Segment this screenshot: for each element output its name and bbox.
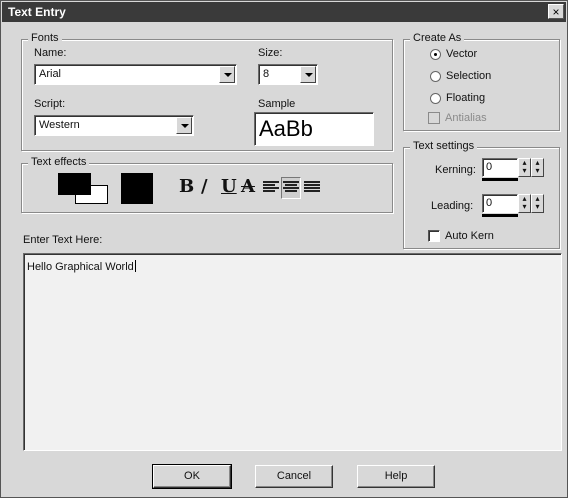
spin-up-icon[interactable]: ▴ ▾ [518,194,531,213]
kerning-label: Kerning: [435,164,476,176]
underline-icon[interactable]: U [221,177,237,197]
window-title: Text Entry [8,5,66,19]
radio-vector[interactable]: Vector [430,48,477,60]
text-effects-legend: Text effects [28,156,90,168]
align-justify-icon[interactable] [304,181,320,195]
font-sample-preview: AaBb [254,112,374,146]
text-caret [134,260,136,272]
radio-floating[interactable]: Floating [430,92,485,104]
auto-kern-checkbox[interactable]: Auto Kern [428,230,494,242]
font-size-label: Size: [258,47,283,59]
leading-label: Leading: [431,200,474,212]
title-bar: Text Entry × [2,2,566,22]
create-as-legend: Create As [410,32,465,44]
strikethrough-icon[interactable]: A [241,177,255,197]
background-color-swatch[interactable] [121,173,153,204]
chevron-down-icon[interactable] [300,66,316,83]
radio-unselected-icon[interactable] [430,92,441,104]
font-size-value: 8 [263,68,270,80]
italic-icon[interactable]: / [201,177,208,197]
font-name-label: Name: [34,47,67,59]
chevron-down-icon[interactable] [219,66,235,83]
stroke-color-swatch[interactable] [58,173,91,195]
spin-reset-icon[interactable]: ▴ ▾ [531,194,544,213]
sample-label: Sample [258,98,296,110]
font-size-select[interactable]: 8 [258,64,318,85]
script-select[interactable]: Western [34,115,194,136]
radio-selected-icon[interactable] [430,48,441,60]
align-left-icon[interactable] [263,181,279,195]
fonts-legend: Fonts [28,32,62,44]
checkbox-icon [428,112,440,124]
leading-stepper[interactable]: ▴ ▾ ▴ ▾ [518,194,544,213]
font-name-select[interactable]: Arial [34,64,237,85]
radio-unselected-icon[interactable] [430,70,441,82]
auto-kern-label: Auto Kern [445,230,494,242]
antialias-checkbox: Antialias [428,112,487,124]
radio-floating-label: Floating [446,92,486,104]
leading-indicator [482,214,518,217]
spin-up-icon[interactable]: ▴ ▾ [518,158,531,177]
text-settings-legend: Text settings [410,140,478,152]
checkbox-icon[interactable] [428,230,440,242]
radio-selection[interactable]: Selection [430,70,491,82]
kerning-stepper[interactable]: ▴ ▾ ▴ ▾ [518,158,544,177]
script-value: Western [39,119,80,131]
help-button[interactable]: Help [357,465,435,488]
align-center-icon[interactable] [283,181,299,195]
chevron-down-icon[interactable] [176,117,192,134]
ok-button[interactable]: OK [152,464,232,489]
radio-vector-label: Vector [446,48,478,60]
font-name-value: Arial [39,68,62,80]
radio-selection-label: Selection [446,70,492,82]
entered-text: Hello Graphical World [27,261,134,273]
antialias-label: Antialias [445,112,487,124]
bold-icon[interactable]: B [179,177,194,197]
kerning-field[interactable]: 0 [482,158,518,177]
leading-field[interactable]: 0 [482,194,518,213]
cancel-button[interactable]: Cancel [255,465,333,488]
script-label: Script: [34,98,66,110]
spin-reset-icon[interactable]: ▴ ▾ [531,158,544,177]
kerning-indicator [482,178,518,181]
enter-text-label: Enter Text Here: [23,234,103,246]
close-icon[interactable]: × [548,4,564,19]
text-entry-dialog: Text Entry × Fonts Name: Arial Size: 8 S… [0,0,568,498]
text-entry-area[interactable]: Hello Graphical World [23,253,562,451]
